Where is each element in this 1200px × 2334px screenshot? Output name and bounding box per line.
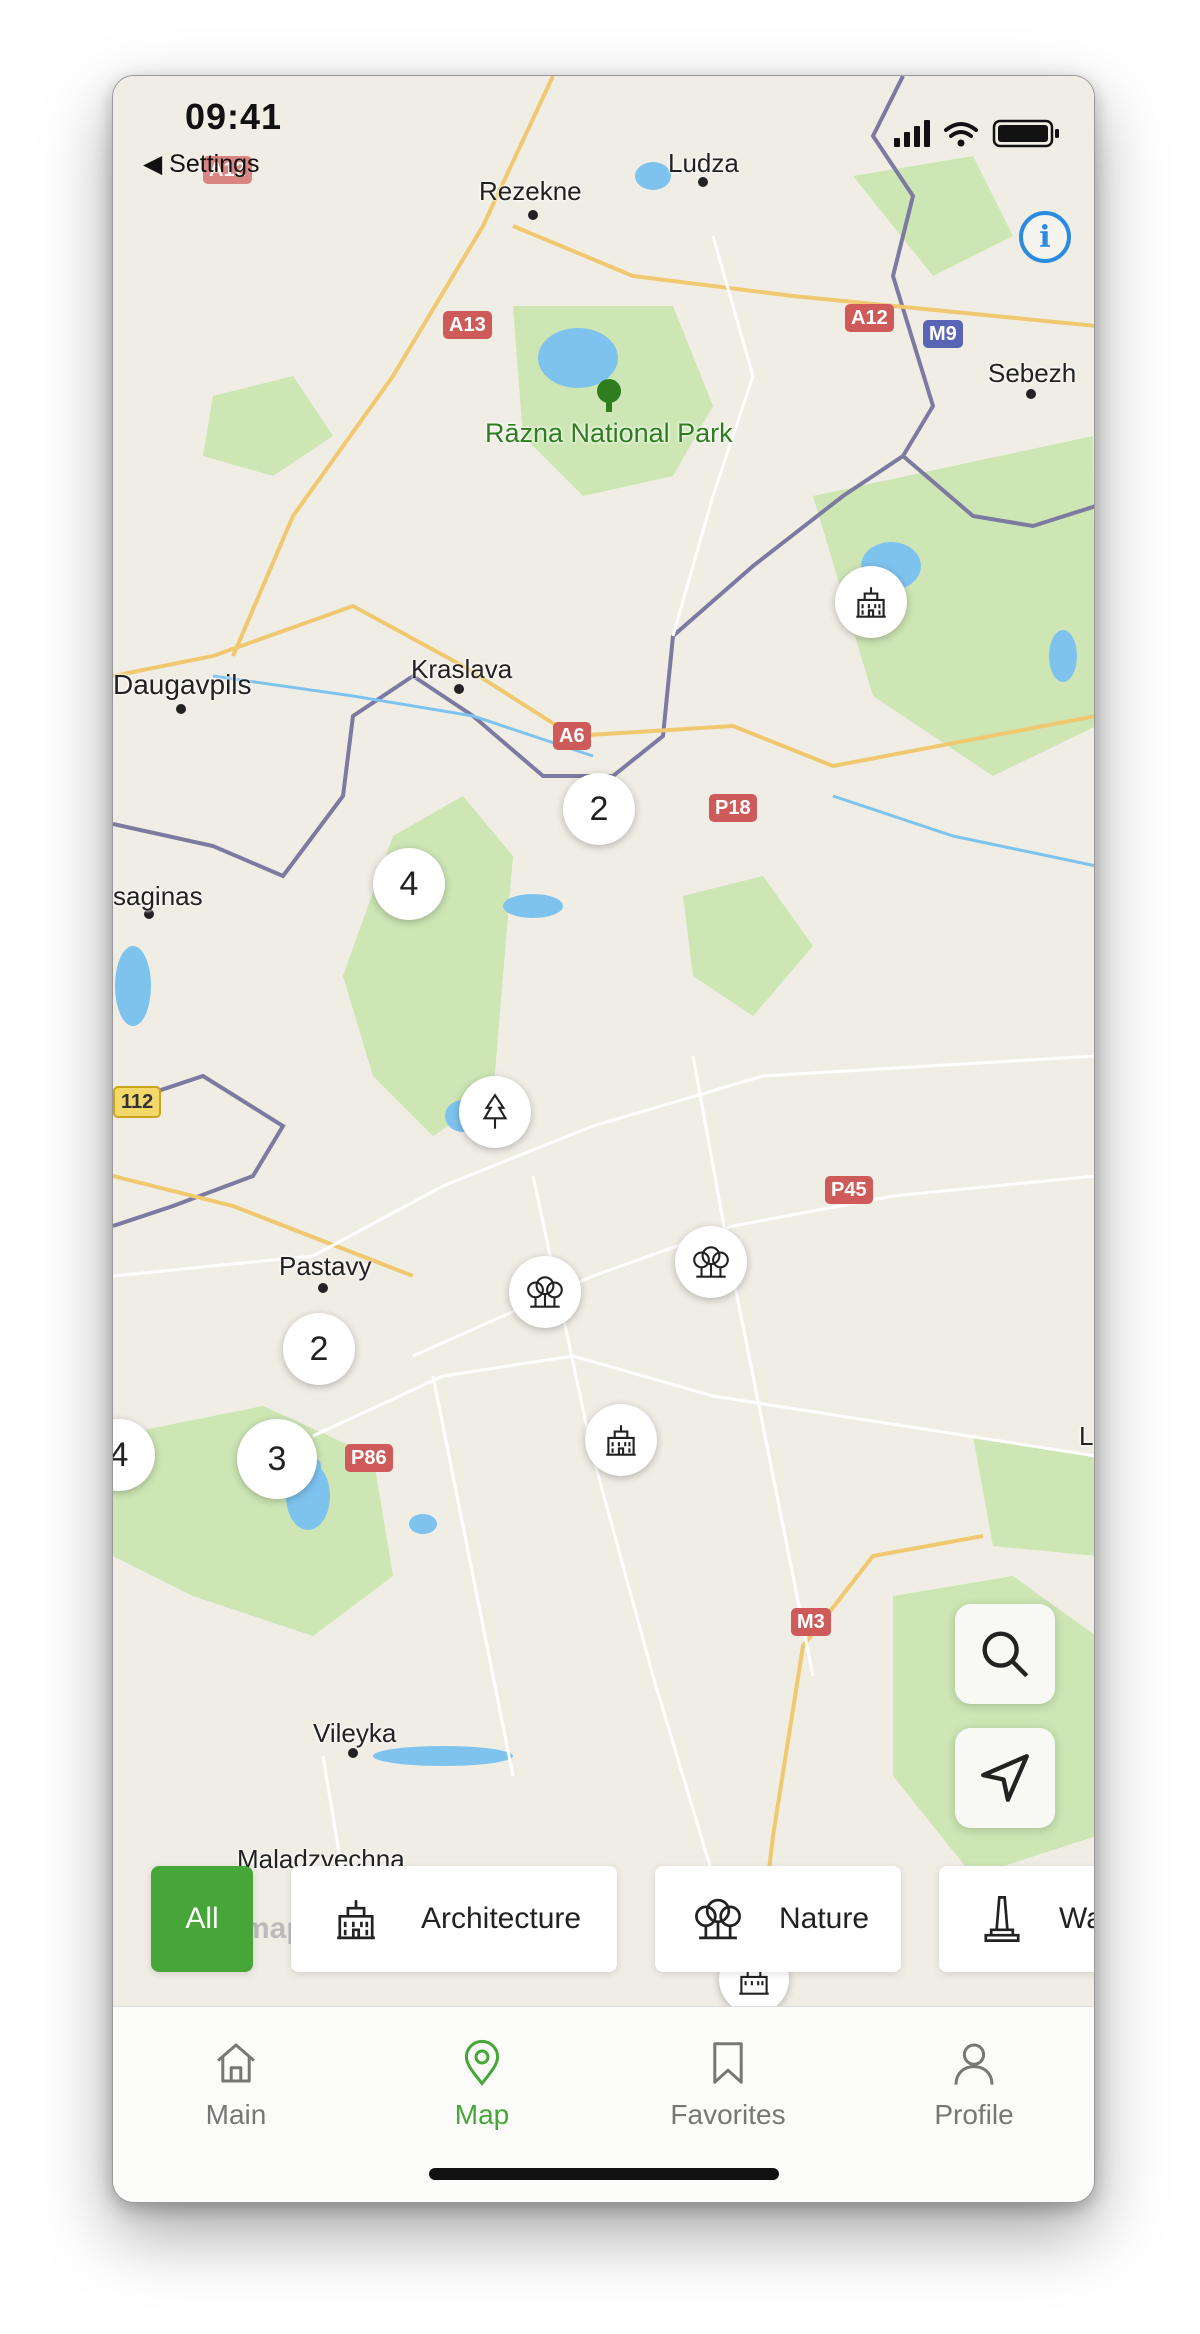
poi-marker-nature[interactable]: [459, 1076, 531, 1148]
tab-label: Profile: [934, 2099, 1014, 2130]
poi-marker-architecture[interactable]: [585, 1404, 657, 1476]
road-shield-m9: M9: [923, 320, 963, 348]
place-label-edge: L: [1079, 1421, 1094, 1451]
phone-screen: Rezekne Ludza Rāzna National Park Sebezh…: [112, 75, 1095, 2203]
category-chip-nature[interactable]: Nature: [655, 1866, 901, 1972]
cluster-marker[interactable]: 2: [283, 1313, 355, 1385]
category-filter-bar: All Architecture Nature Wa: [151, 1866, 1094, 1972]
road-shield-m3: M3: [791, 1608, 831, 1636]
cluster-marker[interactable]: 3: [237, 1419, 317, 1499]
tab-profile[interactable]: Profile: [851, 2039, 1094, 2131]
search-button[interactable]: [955, 1604, 1055, 1704]
building-icon: [856, 587, 886, 618]
cluster-marker[interactable]: 4: [373, 848, 445, 920]
locate-me-button[interactable]: [955, 1728, 1055, 1828]
place-label-rezekne: Rezekne: [479, 176, 582, 206]
bookmark-icon: [713, 2042, 743, 2084]
place-label-visaginas: saginas: [113, 881, 203, 911]
category-chip-all[interactable]: All: [151, 1866, 253, 1972]
trees-icon: [527, 1276, 563, 1308]
place-label-vileyka: Vileyka: [313, 1718, 397, 1748]
info-icon[interactable]: i: [1019, 211, 1071, 263]
search-icon: [982, 1631, 1029, 1678]
tab-favorites[interactable]: Favorites: [605, 2039, 851, 2131]
place-label-daugavpils: Daugavpils: [113, 669, 252, 700]
road-shield-a12: A12: [845, 304, 894, 332]
tab-main[interactable]: Main: [113, 2039, 359, 2131]
place-label-ludza: Ludza: [668, 148, 739, 178]
user-icon: [954, 2043, 994, 2085]
road-shield-a13: A13: [443, 311, 492, 339]
navigation-arrow-icon: [981, 1754, 1029, 1802]
category-chip-label: Architecture: [421, 1902, 582, 1935]
road-shield-a6: A6: [553, 722, 591, 750]
tab-bar: Main Map Favorites Profile: [113, 2006, 1094, 2202]
road-shield-112: 112: [113, 1086, 162, 1118]
tab-label: Map: [454, 2099, 510, 2130]
trees-icon: [695, 1898, 741, 1940]
road-shield-a12-top: A12: [203, 156, 252, 184]
building-icon: [606, 1425, 636, 1456]
tab-label: Main: [205, 2099, 267, 2130]
home-icon: [217, 2043, 255, 2083]
home-indicator: [429, 2168, 779, 2180]
category-chip-label: Wa: [1059, 1902, 1094, 1935]
tab-map[interactable]: Map: [359, 2039, 605, 2131]
map-pin-icon: [464, 2039, 500, 2086]
place-label-kraslava: Kraslava: [411, 654, 513, 684]
poi-marker-nature[interactable]: [509, 1256, 581, 1328]
category-chip-war[interactable]: Wa: [939, 1866, 1094, 1972]
trees-icon: [693, 1246, 729, 1278]
place-label-sebezh: Sebezh: [988, 358, 1077, 388]
category-chip-label: All: [185, 1902, 219, 1935]
tab-label: Favorites: [670, 2099, 786, 2130]
category-chip-label: Nature: [779, 1902, 870, 1935]
place-label-pastavy: Pastavy: [279, 1251, 372, 1281]
tree-icon: [482, 1093, 508, 1129]
cluster-marker[interactable]: 2: [563, 773, 635, 845]
category-chip-architecture[interactable]: Architecture: [291, 1866, 617, 1972]
map-background: [113, 76, 1094, 2007]
map-view[interactable]: Rezekne Ludza Rāzna National Park Sebezh…: [113, 76, 1094, 2014]
monument-icon: [984, 1896, 1020, 1942]
road-shield-p45: P45: [825, 1176, 873, 1204]
place-label-razna-park: Rāzna National Park: [485, 418, 733, 448]
road-shield-p86: P86: [345, 1444, 393, 1472]
poi-marker-nature[interactable]: [675, 1226, 747, 1298]
road-shield-p18: P18: [709, 794, 757, 822]
poi-marker-architecture[interactable]: [835, 566, 907, 638]
building-icon: [337, 1900, 375, 1940]
